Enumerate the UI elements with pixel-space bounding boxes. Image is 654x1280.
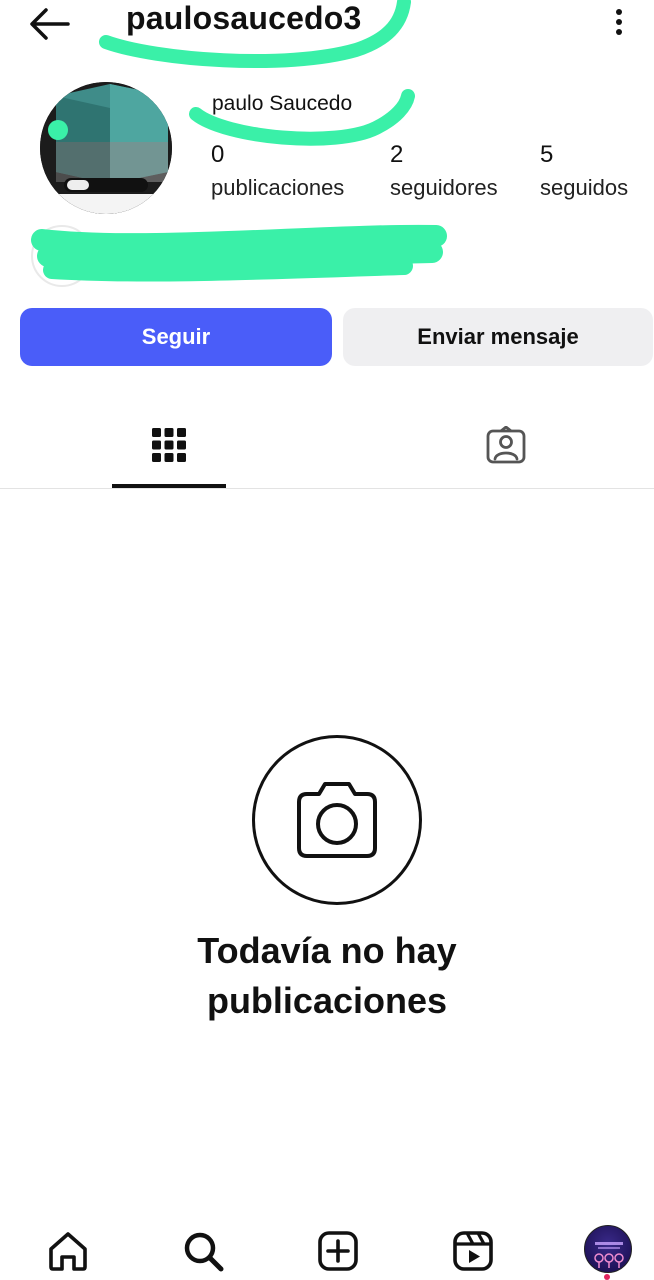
home-icon [49,1232,87,1271]
nav-profile[interactable] [584,1225,632,1273]
nav-search[interactable] [178,1226,228,1276]
stat-followers[interactable]: 2 seguidores [390,140,498,206]
tab-posts-grid[interactable] [112,400,226,490]
stat-posts-count: 0 [211,141,225,168]
notification-dot [604,1274,610,1280]
empty-state-title-line1: Todavía no hay [197,930,457,971]
grid-icon [152,428,186,462]
more-options-button[interactable] [604,4,634,40]
empty-state-title-line2: publicaciones [206,980,448,1021]
reels-icon [453,1231,493,1271]
stat-posts[interactable]: 0 publicaciones [211,140,344,206]
profile-screen: paulosaucedo3 paulo Saucedo 0 publicacio… [0,0,654,1280]
follow-button[interactable]: Seguir [20,308,332,366]
stat-posts-label: publicaciones [211,175,345,200]
tagged-person-icon [486,426,526,464]
stat-followers-label: seguidores [390,175,498,200]
empty-state-title: Todavía no hay publicaciones [0,926,654,1026]
profile-avatar-icon [594,1242,624,1268]
stat-following-label: seguidos [540,175,629,200]
back-button[interactable] [26,4,72,44]
add-post-icon [318,1231,358,1271]
nav-reels[interactable] [448,1226,498,1276]
more-vertical-icon [616,9,622,35]
stat-followers-count: 2 [390,141,404,168]
empty-state-circle [252,735,422,905]
bio-redaction-scribble [31,224,447,287]
arrow-left-icon [30,8,70,40]
profile-full-name: paulo Saucedo [212,92,353,115]
nav-create[interactable] [313,1226,363,1276]
avatar-image [40,82,172,214]
stat-following-count: 5 [540,141,554,168]
nav-home[interactable] [43,1226,93,1276]
profile-avatar[interactable] [40,82,172,214]
profile-username: paulosaucedo3 [126,0,362,36]
camera-icon [297,782,377,858]
send-message-button[interactable]: Enviar mensaje [343,308,653,366]
stat-following[interactable]: 5 seguidos [540,140,628,206]
tabs-divider [0,488,654,489]
tab-tagged[interactable] [449,400,563,490]
search-icon [184,1232,224,1272]
